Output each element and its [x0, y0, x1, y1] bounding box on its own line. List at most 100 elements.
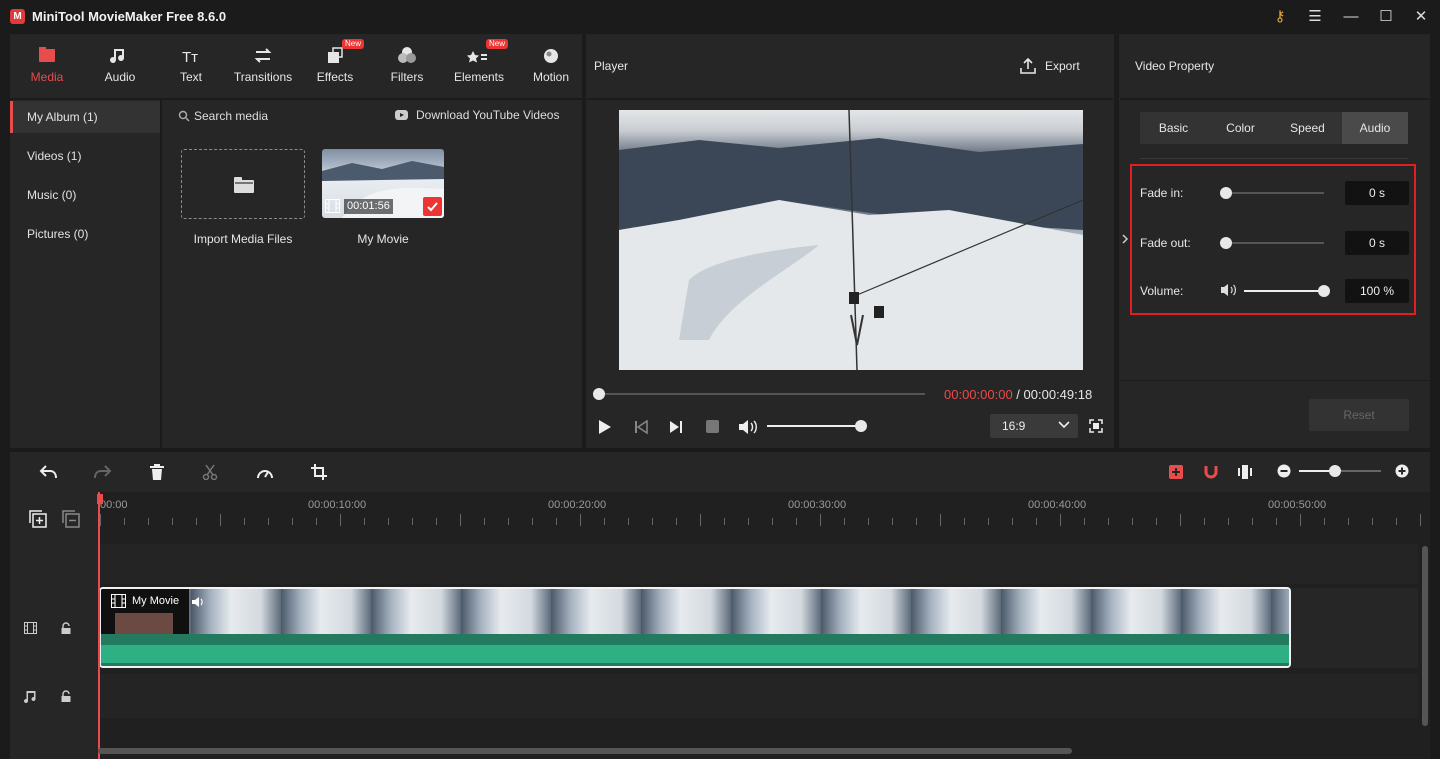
- media-library: Search media Download YouTube Videos Imp…: [162, 100, 582, 448]
- horizontal-scrollbar[interactable]: [98, 748, 1072, 754]
- ruler-tick: [1348, 518, 1349, 525]
- lock-icon[interactable]: [61, 690, 71, 702]
- reset-button[interactable]: Reset: [1309, 399, 1409, 431]
- timeline-ruler[interactable]: 00:00 00:00:10:00 00:00:20:00 00:00:30:0…: [98, 492, 1430, 532]
- minimize-button[interactable]: —: [1341, 8, 1361, 26]
- fade-out-value[interactable]: 0 s: [1345, 231, 1409, 255]
- lock-icon[interactable]: [61, 622, 71, 634]
- fade-out-slider[interactable]: [1226, 242, 1324, 244]
- chevron-down-icon: [1058, 420, 1070, 430]
- play-icon[interactable]: [598, 419, 612, 435]
- playhead-handle[interactable]: [97, 494, 103, 504]
- tab-elements[interactable]: New Elements: [444, 34, 514, 98]
- video-preview[interactable]: [619, 110, 1083, 370]
- seek-handle[interactable]: [593, 388, 605, 400]
- tab-text[interactable]: Tт Text: [156, 34, 226, 98]
- sidebar-item-videos[interactable]: Videos (1): [10, 140, 160, 172]
- volume-value[interactable]: 100 %: [1345, 279, 1409, 303]
- volume-handle[interactable]: [855, 420, 867, 432]
- ruler-tick: [436, 518, 437, 525]
- stop-icon[interactable]: [706, 420, 719, 433]
- fit-timeline-icon[interactable]: [1237, 464, 1253, 480]
- music-track: [98, 674, 1418, 718]
- menu-icon[interactable]: ☰: [1305, 8, 1325, 26]
- tab-audio[interactable]: Audio: [85, 34, 155, 98]
- magnet-icon[interactable]: [1203, 464, 1219, 480]
- video-property-panel: Video Property Basic Color Speed Audio F…: [1119, 34, 1430, 448]
- close-button[interactable]: ✕: [1411, 8, 1431, 26]
- split-icon[interactable]: [202, 464, 218, 480]
- tab-audio[interactable]: Audio: [1342, 112, 1408, 144]
- tab-label: Media: [30, 70, 64, 84]
- expand-chevron-icon[interactable]: [1121, 234, 1129, 244]
- tab-media[interactable]: Media: [12, 34, 82, 98]
- ruler-tick: [1132, 518, 1133, 525]
- fade-in-slider[interactable]: [1226, 192, 1324, 194]
- fade-out-handle[interactable]: [1220, 237, 1232, 249]
- search-icon: [178, 110, 190, 122]
- empty-track: [98, 544, 1418, 584]
- tab-filters[interactable]: Filters: [372, 34, 442, 98]
- maximize-button[interactable]: ☐: [1376, 8, 1396, 26]
- add-track-icon[interactable]: [29, 510, 47, 528]
- fade-in-label: Fade in:: [1140, 186, 1184, 200]
- redo-icon[interactable]: [92, 464, 112, 480]
- time-separator: /: [1012, 387, 1024, 402]
- speed-icon[interactable]: [256, 464, 274, 480]
- zoom-out-icon[interactable]: [1277, 464, 1291, 478]
- aspect-ratio-select[interactable]: 16:9: [990, 414, 1078, 438]
- import-media-button[interactable]: [181, 149, 305, 219]
- tab-effects[interactable]: New Effects: [300, 34, 370, 98]
- library-tab-bar: Media Audio Tт Text Transitions New Effe…: [10, 34, 582, 98]
- sidebar-item-music[interactable]: Music (0): [10, 179, 160, 211]
- seek-bar[interactable]: [599, 393, 925, 395]
- ruler-tick: [796, 518, 797, 525]
- delete-icon[interactable]: [149, 464, 165, 480]
- property-volume-slider[interactable]: [1244, 290, 1324, 292]
- video-track-icon: [24, 622, 37, 634]
- clip-volume-icon[interactable]: [191, 596, 205, 608]
- music-track-icon: [24, 690, 37, 704]
- elements-icon: [444, 46, 514, 66]
- undo-icon[interactable]: [39, 464, 59, 480]
- previous-frame-icon[interactable]: [634, 419, 648, 435]
- export-button[interactable]: Export: [1045, 59, 1080, 73]
- tab-transitions[interactable]: Transitions: [228, 34, 298, 98]
- next-frame-icon[interactable]: [669, 419, 683, 435]
- download-youtube-link[interactable]: Download YouTube Videos: [416, 108, 559, 122]
- sidebar-item-pictures[interactable]: Pictures (0): [10, 218, 160, 250]
- volume-slider[interactable]: [767, 425, 861, 427]
- total-time: 00:00:49:18: [1023, 387, 1093, 402]
- ruler-label: 00:00:40:00: [1028, 499, 1087, 511]
- zoom-handle[interactable]: [1329, 465, 1341, 477]
- divider: [1120, 380, 1429, 381]
- fade-in-value[interactable]: 0 s: [1345, 181, 1409, 205]
- sidebar-item-my-album[interactable]: My Album (1): [10, 101, 160, 133]
- property-tabs: Basic Color Speed Audio: [1140, 112, 1408, 144]
- vertical-scrollbar[interactable]: [1422, 546, 1428, 726]
- timeline-clip[interactable]: My Movie: [99, 587, 1291, 668]
- ruler-tick: [1036, 518, 1037, 525]
- zoom-in-icon[interactable]: [1395, 464, 1409, 478]
- playhead[interactable]: [98, 492, 100, 759]
- checkmark-icon: [423, 197, 442, 216]
- tab-motion[interactable]: Motion: [516, 34, 586, 98]
- auto-fit-icon[interactable]: [1168, 464, 1184, 480]
- transitions-icon: [228, 46, 298, 66]
- tab-basic[interactable]: Basic: [1140, 112, 1207, 144]
- fullscreen-icon[interactable]: [1089, 419, 1103, 433]
- crop-icon[interactable]: [311, 464, 327, 480]
- search-input[interactable]: Search media: [194, 109, 268, 123]
- volume-icon[interactable]: [738, 419, 758, 435]
- remove-track-icon[interactable]: [62, 510, 80, 528]
- tab-color[interactable]: Color: [1207, 112, 1274, 144]
- fade-in-handle[interactable]: [1220, 187, 1232, 199]
- key-icon[interactable]: ⚷: [1270, 8, 1290, 26]
- ruler-tick: [508, 518, 509, 525]
- property-volume-handle[interactable]: [1318, 285, 1330, 297]
- media-sidebar: My Album (1) Videos (1) Music (0) Pictur…: [10, 100, 160, 448]
- folder-icon: [234, 176, 254, 193]
- ruler-tick: [1276, 518, 1277, 525]
- clip-thumbnail[interactable]: 00:01:56: [322, 149, 444, 218]
- tab-speed[interactable]: Speed: [1274, 112, 1341, 144]
